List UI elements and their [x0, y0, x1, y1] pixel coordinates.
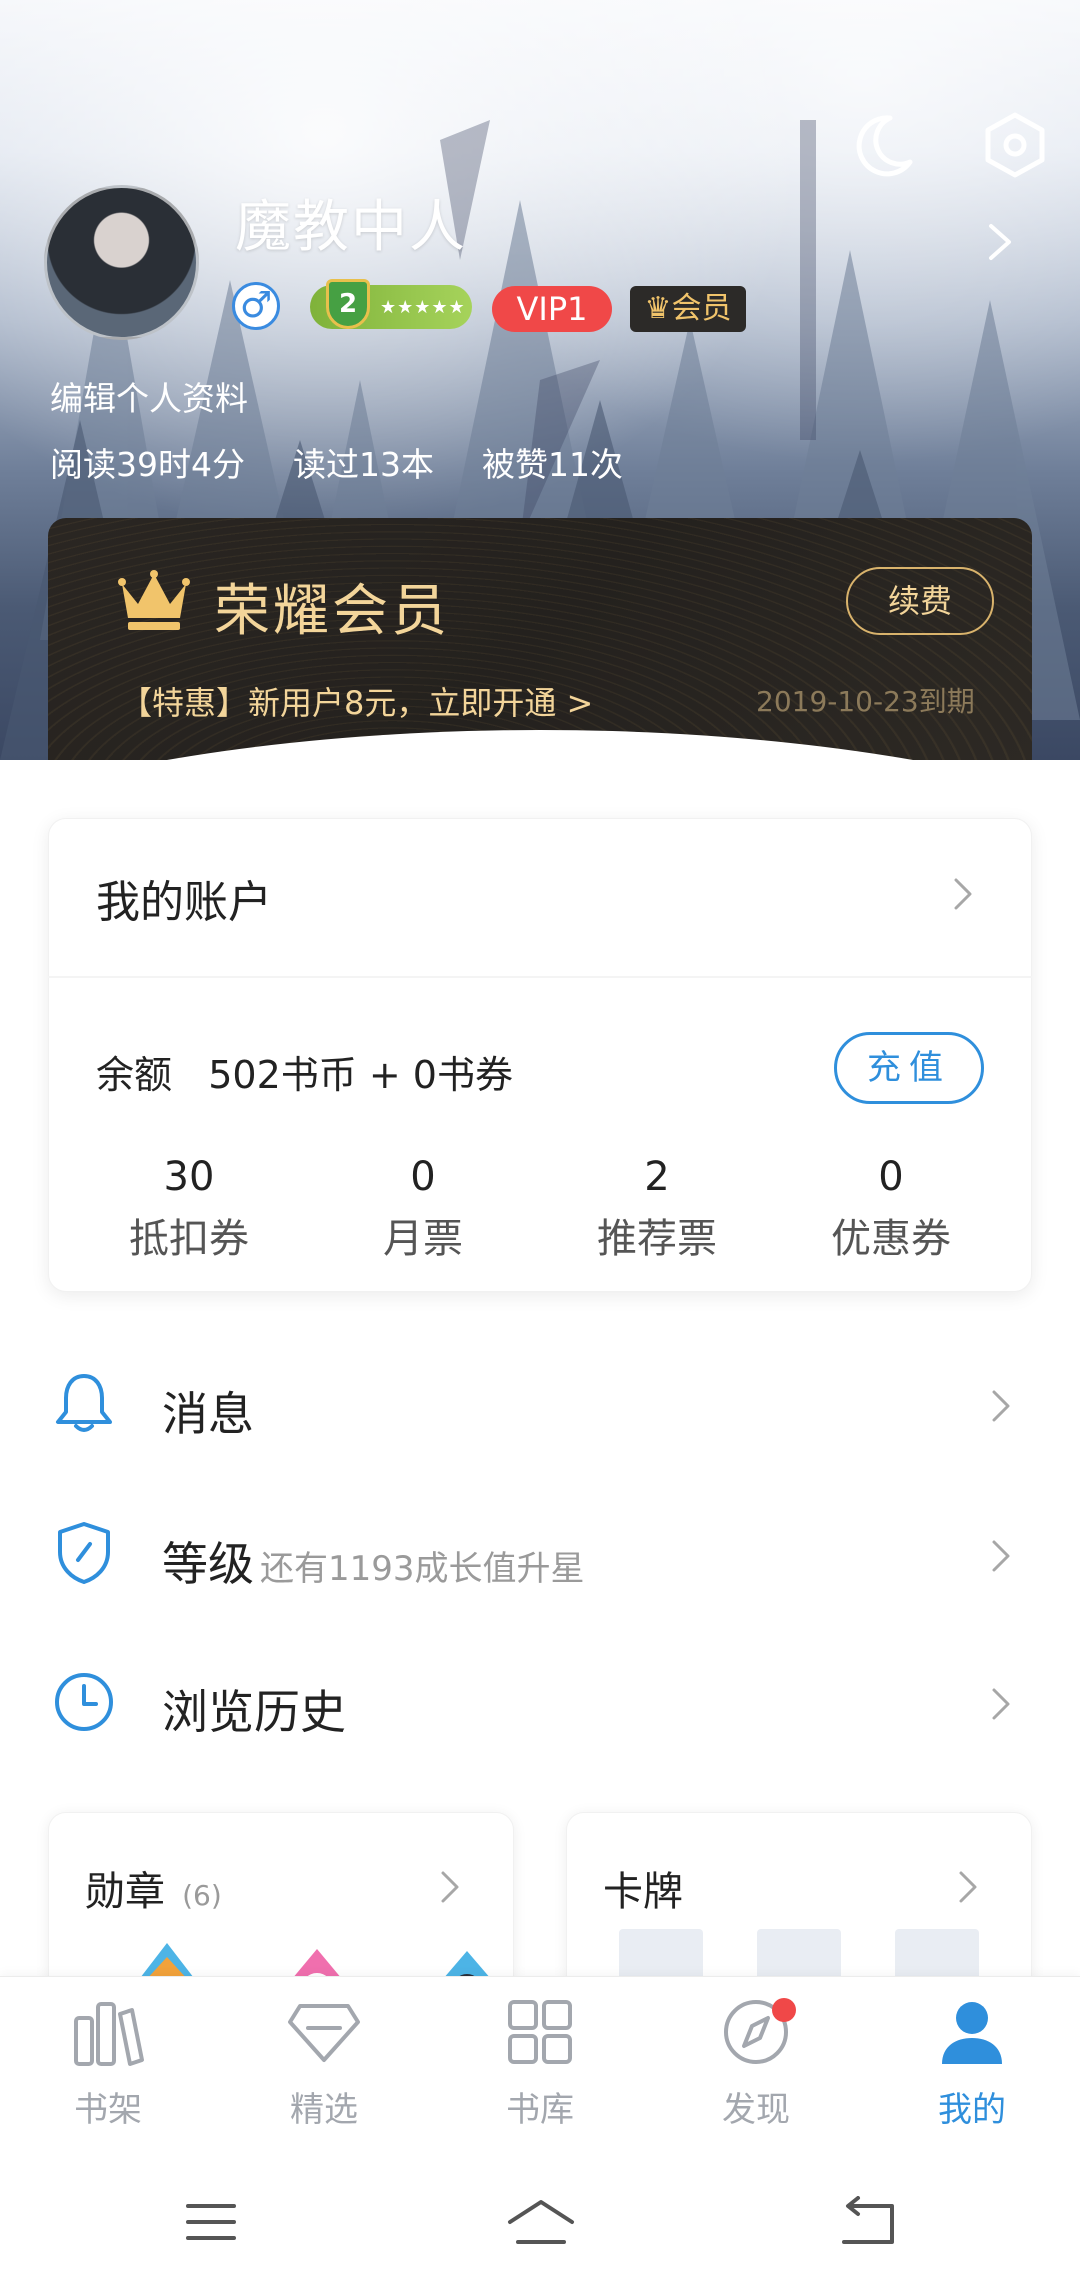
menu-item-level[interactable]: 等级 还有1193成长值升星 — [0, 1488, 1080, 1618]
menu-label: 消息 — [162, 1387, 254, 1441]
vip-expiry-date: 2019-10-23到期 — [756, 685, 975, 718]
tab-label: 书库 — [506, 2090, 574, 2130]
medals-title: 勋章 — [85, 1869, 165, 1915]
ticket-recommend[interactable]: 2 推荐票 — [542, 1154, 772, 1264]
profile-header: 魔教中人 ♂ 2 ★★★★★ VIP1 ♛会员 编辑个人资料 阅读39时4分 读… — [0, 0, 1080, 760]
vip-title: 荣耀会员 — [214, 579, 450, 644]
username[interactable]: 魔教中人 — [235, 182, 467, 263]
shield-icon — [58, 1522, 110, 1584]
books-read: 读过13本 — [293, 445, 434, 484]
vip-promo-link[interactable]: 【特惠】新用户8元，立即开通 > — [120, 678, 593, 724]
ticket-value: 0 — [878, 1154, 904, 1200]
level-progress-hint: 还有1193成长值升星 — [260, 1549, 585, 1589]
settings-hexagon-icon[interactable] — [980, 110, 1050, 180]
grid-icon — [508, 2000, 572, 2064]
vip-badge[interactable]: VIP1 — [492, 286, 612, 332]
ticket-label: 抵扣券 — [129, 1216, 249, 1262]
cards-title: 卡牌 — [603, 1869, 683, 1915]
bell-icon — [56, 1374, 112, 1432]
balance-text: 余额 502书币 + 0书券 — [96, 1053, 513, 1097]
chevron-right-icon — [959, 1871, 977, 1903]
cards-title-row: 卡牌 — [603, 1859, 683, 1917]
level-label: 等级 — [162, 1537, 254, 1591]
ticket-monthly[interactable]: 0 月票 — [308, 1154, 538, 1264]
tab-library[interactable]: 书库 — [465, 1996, 615, 2146]
ticket-label: 月票 — [383, 1216, 463, 1262]
tab-label: 书架 — [74, 2090, 142, 2130]
menu-icon[interactable] — [184, 2200, 238, 2244]
reading-time: 阅读39时4分 — [50, 445, 245, 484]
renew-button[interactable]: 续费 — [846, 567, 994, 635]
tab-label: 精选 — [290, 2090, 358, 2130]
clock-icon — [55, 1673, 113, 1731]
moon-icon[interactable] — [850, 112, 916, 178]
home-icon[interactable] — [504, 2196, 578, 2246]
edit-profile-link[interactable]: 编辑个人资料 — [50, 372, 248, 420]
ticket-coupon[interactable]: 0 优惠券 — [776, 1154, 1006, 1264]
chevron-right-icon[interactable] — [985, 220, 1015, 264]
chevron-right-icon — [992, 1688, 1010, 1720]
tab-discover[interactable]: 发现 — [681, 1996, 831, 2146]
recharge-button[interactable]: 充值 — [834, 1032, 984, 1104]
top-right-toolbar[interactable] — [930, 10, 1040, 56]
system-navigation-bar — [0, 2166, 1080, 2280]
bookshelf-icon — [74, 2002, 144, 2066]
tab-bookshelf[interactable]: 书架 — [33, 1996, 183, 2146]
level-badge[interactable]: 2 ★★★★★ — [310, 279, 472, 329]
medals-count: (6) — [182, 1879, 222, 1912]
tab-label: 发现 — [722, 2090, 790, 2130]
member-badge[interactable]: ♛会员 — [630, 286, 746, 332]
chevron-right-icon — [992, 1390, 1010, 1422]
account-title[interactable]: 我的账户 — [96, 866, 272, 930]
menu-label: 浏览历史 — [162, 1685, 346, 1739]
back-icon[interactable] — [840, 2196, 896, 2246]
divider — [48, 976, 1032, 978]
medals-title-row: 勋章 (6) — [85, 1859, 222, 1917]
crown-icon — [118, 570, 190, 630]
chevron-right-icon — [441, 1871, 459, 1903]
level-stars: ★★★★★ — [380, 296, 466, 318]
chevron-right-icon[interactable] — [952, 876, 974, 912]
menu-item-history[interactable]: 浏览历史 — [0, 1636, 1080, 1766]
user-icon — [942, 2002, 1002, 2064]
menu-label: 等级 还有1193成长值升星 — [162, 1528, 585, 1594]
ticket-label: 优惠券 — [831, 1216, 951, 1262]
ticket-deduction[interactable]: 30 抵扣券 — [74, 1154, 304, 1264]
ticket-label: 推荐票 — [597, 1216, 717, 1262]
ticket-value: 30 — [163, 1154, 215, 1200]
tab-mine[interactable]: 我的 — [897, 1996, 1047, 2146]
ticket-value: 0 — [410, 1154, 436, 1200]
gender-male-icon: ♂ — [232, 282, 280, 330]
tab-featured[interactable]: 精选 — [249, 1996, 399, 2146]
tab-label: 我的 — [938, 2090, 1006, 2130]
level-shield-icon: 2 — [326, 279, 370, 329]
likes-count: 被赞11次 — [482, 445, 623, 484]
reading-stats: 阅读39时4分 读过13本 被赞11次 — [50, 438, 623, 486]
notification-dot — [772, 1998, 796, 2022]
menu-item-messages[interactable]: 消息 — [0, 1338, 1080, 1468]
avatar[interactable] — [44, 185, 199, 340]
ticket-value: 2 — [644, 1154, 670, 1200]
chevron-right-icon — [992, 1540, 1010, 1572]
diamond-icon — [288, 2004, 360, 2062]
